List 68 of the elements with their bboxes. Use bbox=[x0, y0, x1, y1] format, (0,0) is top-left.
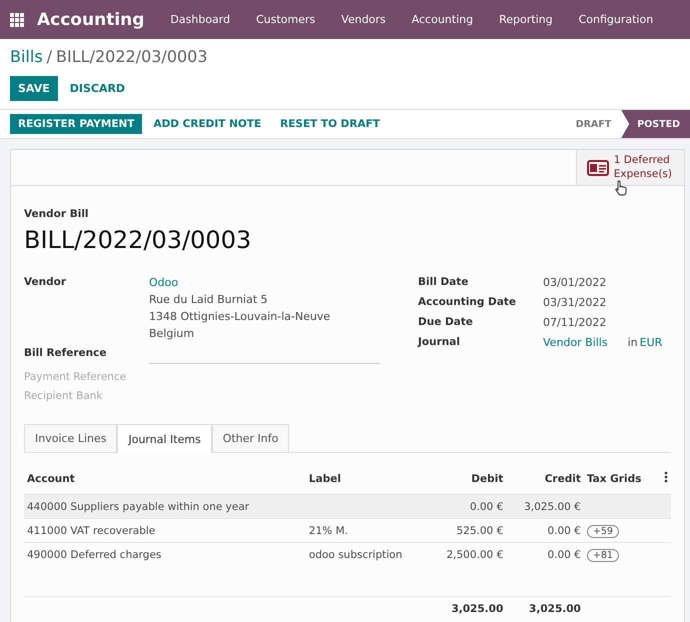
table-cell: 3,025.00 € bbox=[506, 494, 584, 518]
menu-item[interactable]: Dashboard bbox=[170, 13, 230, 26]
apps-grid-icon[interactable] bbox=[10, 12, 24, 26]
menu-item[interactable]: Vendors bbox=[341, 13, 386, 26]
field-value: 03/01/2022 bbox=[543, 276, 608, 289]
menu-item[interactable]: Customers bbox=[256, 13, 316, 26]
menu-item[interactable]: Reporting bbox=[499, 13, 553, 26]
column-header[interactable]: Label bbox=[306, 463, 429, 494]
journal-joiner: in bbox=[628, 336, 638, 349]
document-title: BILL/2022/03/0003 bbox=[24, 226, 252, 254]
table-cell: 2,500.00 € bbox=[428, 542, 506, 566]
table-cell: 21% M. bbox=[308, 524, 348, 536]
journal-item-row[interactable]: 411000 VAT recoverable 21% M. 525.00 € 0.00 € +59 bbox=[24, 518, 671, 542]
notebook-tab[interactable]: Other Info bbox=[212, 424, 290, 452]
tax-grid-tag: +81 bbox=[586, 548, 619, 562]
save-button[interactable]: SAVE bbox=[10, 76, 58, 101]
action-button[interactable]: ADD CREDIT NOTE bbox=[145, 114, 270, 134]
field-label: Journal bbox=[418, 336, 461, 349]
field-label: Accounting Date bbox=[418, 296, 517, 309]
column-header[interactable]: Account bbox=[24, 463, 306, 494]
action-button[interactable]: REGISTER PAYMENT bbox=[10, 114, 142, 134]
column-header[interactable]: Credit bbox=[506, 463, 584, 494]
column-header[interactable]: Debit bbox=[428, 463, 506, 494]
id-card-icon bbox=[586, 160, 609, 176]
table-cell: 0.00 € bbox=[506, 542, 584, 566]
journal-item-row[interactable]: 440000 Suppliers payable within one year 0.00 € 3,025.00 € bbox=[24, 494, 671, 518]
field-label: Due Date bbox=[418, 316, 474, 329]
breadcrumb-link[interactable]: Bills bbox=[10, 47, 43, 66]
app-name[interactable]: Accounting bbox=[37, 10, 144, 30]
hand-pointer-icon bbox=[615, 180, 627, 196]
total-cell: 3,025.00 bbox=[428, 596, 506, 620]
column-header[interactable]: Tax Grids bbox=[584, 463, 659, 494]
table-cell: 440000 Suppliers payable within one year bbox=[24, 494, 306, 518]
notebook-tab[interactable]: Invoice Lines bbox=[24, 424, 118, 452]
breadcrumb-separator: / bbox=[46, 47, 52, 66]
journal-link[interactable]: Vendor Bills bbox=[543, 336, 608, 349]
total-cell: 3,025.00 bbox=[506, 596, 584, 620]
table-cell: 525.00 € bbox=[428, 518, 506, 542]
field-label: Bill Date bbox=[418, 276, 470, 289]
vendor-link[interactable]: Odoo bbox=[149, 276, 380, 289]
tax-grid-tag: +59 bbox=[586, 524, 619, 538]
table-cell: 0.00 € bbox=[506, 518, 584, 542]
address-line: 1348 Ottignies-Louvain-la-Neuve bbox=[149, 310, 332, 323]
table-cell: 411000 VAT recoverable bbox=[24, 518, 306, 542]
address-line: Rue du Laid Burniat 5 bbox=[149, 293, 269, 306]
journal-item-row[interactable]: 490000 Deferred charges odoo subscription 2,500.00 € 0.00 € +81 bbox=[24, 542, 671, 566]
field-value: 07/11/2022 bbox=[543, 316, 608, 329]
address-line: Belgium bbox=[149, 327, 196, 340]
notebook-tab[interactable]: Journal Items bbox=[117, 424, 212, 453]
field-label: Vendor bbox=[24, 276, 68, 290]
field-label: Payment Reference bbox=[24, 371, 128, 383]
action-button[interactable]: RESET TO DRAFT bbox=[272, 114, 388, 134]
status-stage[interactable]: POSTED bbox=[621, 110, 690, 138]
menu-item[interactable]: Accounting bbox=[412, 13, 474, 26]
currency-link[interactable]: EUR bbox=[640, 336, 662, 349]
more-options-icon[interactable] bbox=[664, 471, 668, 483]
field-label: Recipient Bank bbox=[24, 390, 104, 402]
field-label: Bill Reference bbox=[24, 347, 108, 361]
table-cell: 0.00 € bbox=[428, 494, 506, 518]
table-cell: 490000 Deferred charges bbox=[24, 542, 306, 566]
field-value: 03/31/2022 bbox=[543, 296, 608, 309]
menu-item[interactable]: Configuration bbox=[578, 13, 654, 26]
document-type: Vendor Bill bbox=[24, 208, 90, 220]
deferred-expense-button[interactable]: 1 Deferred Expense(s) bbox=[576, 150, 684, 185]
breadcrumb-current: BILL/2022/03/0003 bbox=[56, 47, 208, 66]
status-stage[interactable]: DRAFT bbox=[566, 110, 622, 138]
table-cell: odoo subscription bbox=[308, 548, 402, 560]
discard-button[interactable]: DISCARD bbox=[62, 76, 134, 101]
